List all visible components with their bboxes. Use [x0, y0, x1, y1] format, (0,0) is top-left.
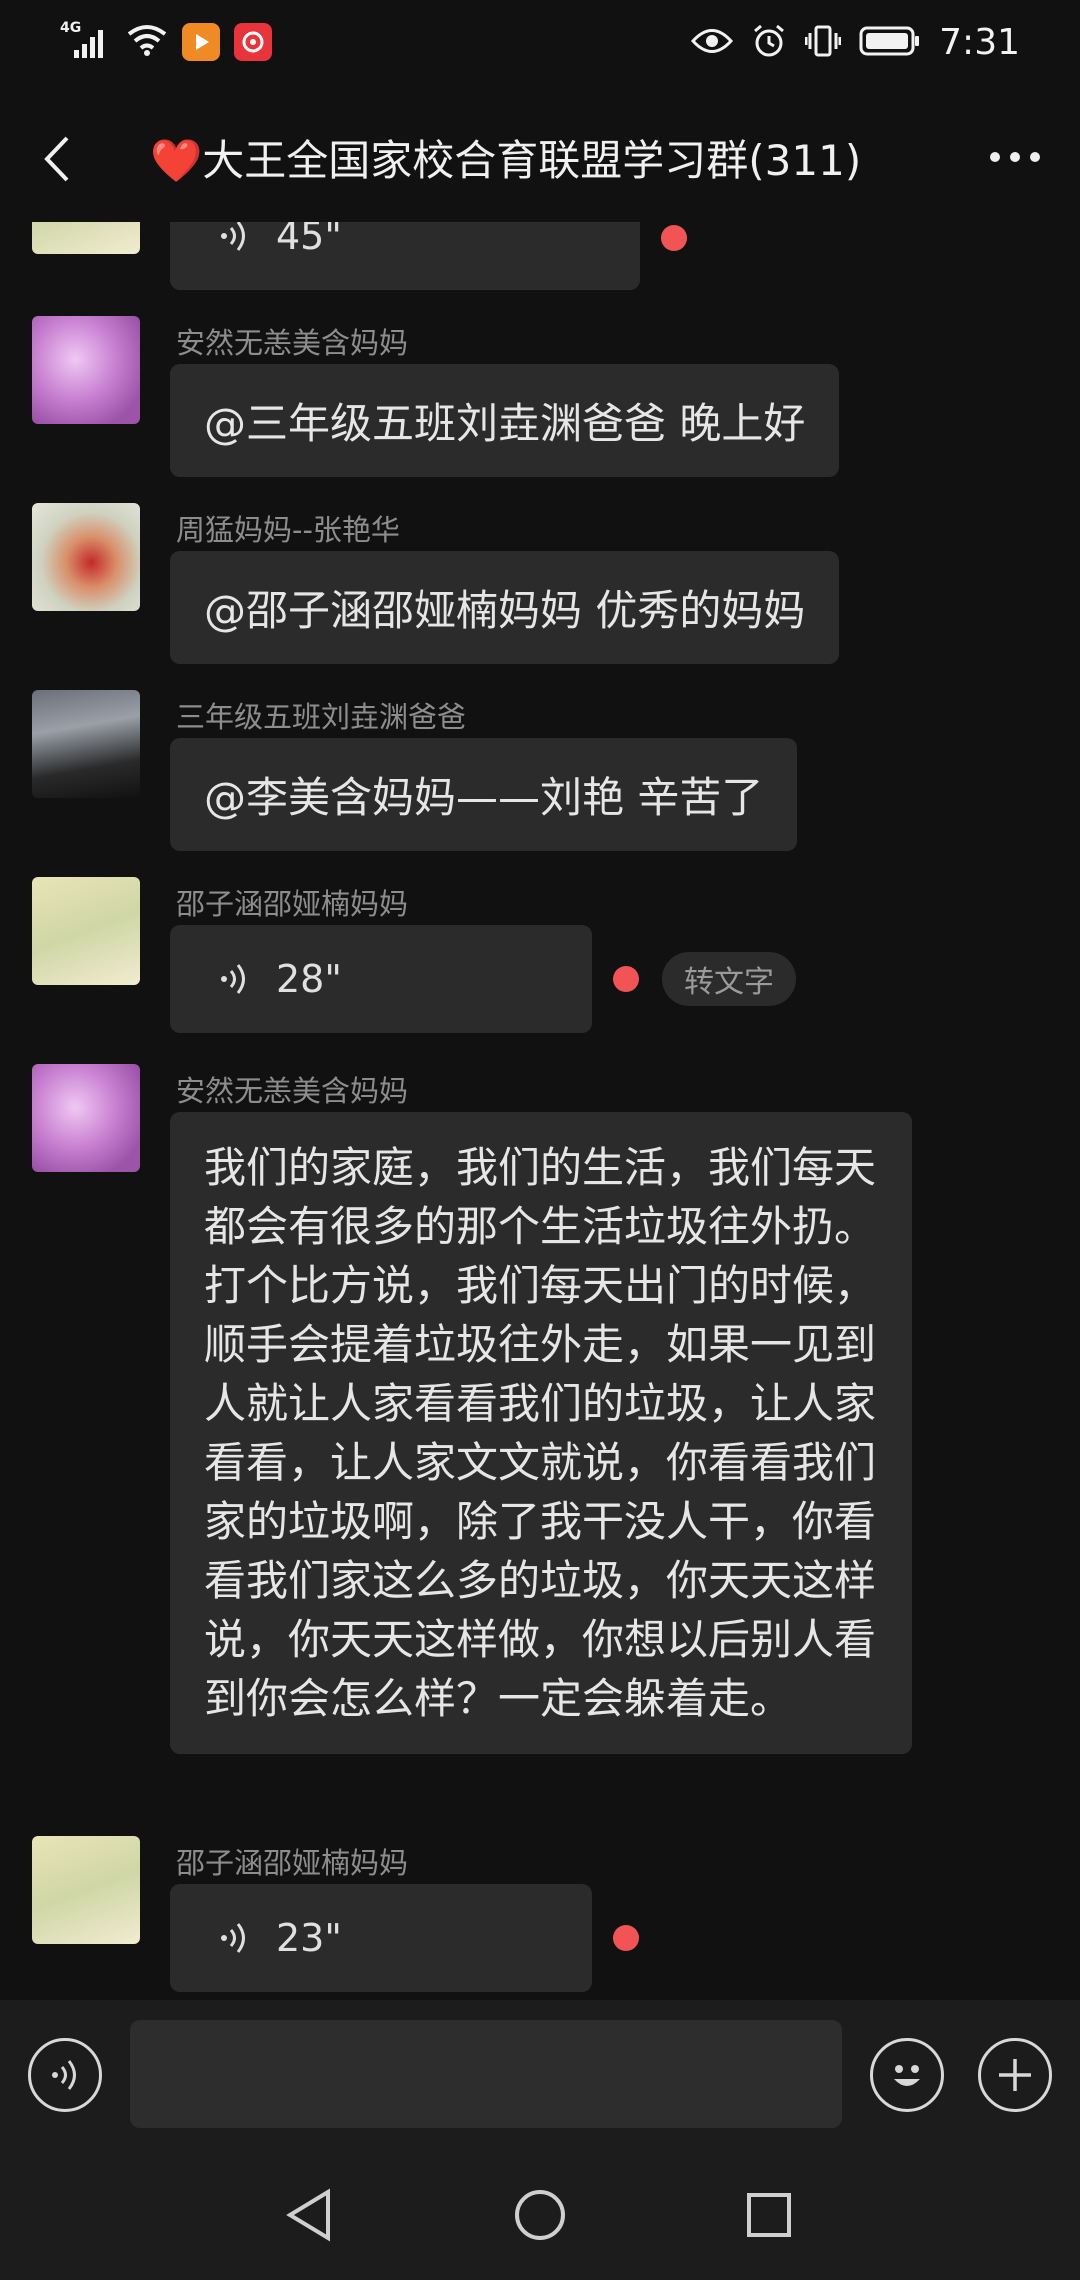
avatar[interactable]: [32, 877, 140, 985]
plus-icon: [999, 2059, 1031, 2091]
voice-bubble[interactable]: 28": [170, 925, 592, 1033]
input-bar: [0, 2000, 1080, 2150]
app-notification-icon: [234, 23, 272, 61]
more-dots-icon: [990, 152, 1040, 162]
text-bubble[interactable]: @李美含妈妈——刘艳 辛苦了: [170, 738, 798, 851]
voice-bubble[interactable]: 23": [170, 1884, 592, 1992]
nav-home-icon: [515, 2190, 565, 2240]
avatar[interactable]: [32, 503, 140, 611]
avatar[interactable]: [32, 1064, 140, 1172]
status-left-icons: 4G: [60, 20, 272, 62]
signal-icon: 4G: [60, 20, 112, 60]
system-nav-bar: [0, 2150, 1080, 2280]
avatar[interactable]: [32, 690, 140, 798]
text-bubble[interactable]: @邵子涵邵娅楠妈妈 优秀的妈妈: [170, 551, 840, 664]
unread-dot: [661, 225, 687, 251]
emoji-icon: [894, 2065, 920, 2086]
message-list[interactable]: 45" 安然无恙美含妈妈 @三年级五班刘垚渊爸爸 晚上好 周猛妈妈--张艳华 @…: [0, 222, 1080, 2000]
voice-duration: 28": [276, 957, 342, 1001]
eye-icon: [691, 26, 734, 60]
chevron-left-icon: [44, 136, 69, 182]
text-bubble[interactable]: @三年级五班刘垚渊爸爸 晚上好: [170, 364, 840, 477]
battery-icon: [859, 25, 921, 61]
emoji-button[interactable]: [870, 2038, 944, 2112]
avatar[interactable]: [32, 316, 140, 424]
voice-wave-icon: [221, 222, 245, 251]
chat-header: ❤️大王全国家校合育联盟学习群(311): [0, 92, 1080, 222]
chat-title: ❤️大王全国家校合育联盟学习群(311): [150, 135, 862, 185]
voice-wave-icon: [221, 1923, 245, 1953]
sender-name: 邵子涵邵娅楠妈妈: [176, 1846, 409, 1880]
avatar[interactable]: [32, 222, 140, 254]
alarm-icon: [751, 23, 787, 63]
sender-name: 周猛妈妈--张艳华: [176, 513, 400, 547]
voice-bubble[interactable]: 45": [170, 222, 640, 290]
sender-name: 邵子涵邵娅楠妈妈: [176, 887, 409, 921]
avatar[interactable]: [32, 1836, 140, 1944]
sender-name: 三年级五班刘垚渊爸爸: [176, 700, 467, 734]
nav-home-button[interactable]: [505, 2180, 575, 2250]
unread-dot: [613, 1925, 639, 1951]
more-button[interactable]: [980, 132, 1050, 182]
voice-duration: 45": [276, 222, 342, 258]
convert-to-text-button[interactable]: 转文字: [662, 952, 796, 1006]
voice-mode-button[interactable]: [28, 2038, 102, 2112]
video-app-notification-icon: [182, 23, 220, 61]
nav-recents-button[interactable]: [734, 2180, 804, 2250]
sender-name: 安然无恙美含妈妈: [176, 1074, 409, 1108]
back-button[interactable]: [26, 124, 86, 194]
text-bubble[interactable]: 我们的家庭，我们的生活，我们每天都会有很多的那个生活垃圾往外扔。打个比方说，我们…: [170, 1112, 912, 1754]
voice-wave-icon: [221, 964, 245, 994]
message-input[interactable]: [130, 2020, 842, 2128]
clock-time: 7:31: [939, 22, 1020, 63]
more-actions-button[interactable]: [978, 2038, 1052, 2112]
nav-recents-icon: [747, 2193, 791, 2237]
unread-dot: [613, 966, 639, 992]
nav-back-button[interactable]: [274, 2180, 344, 2250]
wifi-icon: [126, 22, 168, 62]
status-bar: 4G 7:31: [0, 0, 1080, 92]
status-right-icons: 7:31: [691, 22, 1020, 63]
vibrate-icon: [804, 23, 842, 63]
sender-name: 安然无恙美含妈妈: [176, 326, 409, 360]
voice-duration: 23": [276, 1916, 342, 1960]
voice-mode-icon: [52, 2060, 76, 2090]
nav-back-icon: [286, 2188, 330, 2242]
